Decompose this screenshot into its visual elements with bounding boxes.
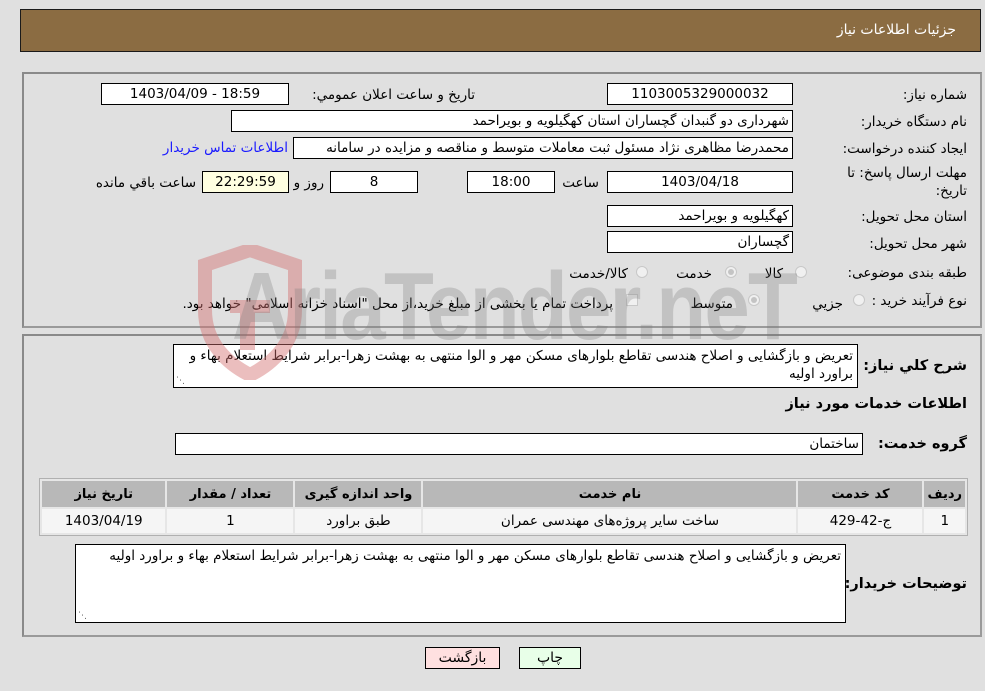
treasury-note: پرداخت تمام يا بخشی از مبلغ خريد،از محل …	[182, 296, 613, 312]
remaining-time-label: ساعت باقي مانده	[95, 175, 196, 191]
back-button[interactable]: بازگشت	[425, 647, 500, 669]
col-row-number: رديف	[924, 481, 965, 507]
cell-unit: طبق براورد	[295, 509, 422, 533]
table-row: 1 ج-42-429 ساخت سایر پروژه‌های مهندسی عم…	[42, 509, 965, 533]
deadline-label-date: تاريخ:	[935, 183, 967, 199]
cell-row-number: 1	[924, 509, 965, 533]
buyer-org-label: نام دستگاه خريدار:	[860, 114, 967, 130]
days-remaining-field: 8	[330, 171, 418, 193]
process-label: نوع فرآيند خريد :	[871, 293, 967, 309]
cell-quantity: 1	[167, 509, 294, 533]
deadline-label: مهلت ارسال پاسخ: تا	[847, 165, 967, 181]
category-option-goods-service: کالا/خدمت	[569, 266, 628, 282]
col-quantity: تعداد / مقدار	[167, 481, 294, 507]
creator-label: ايجاد کننده درخواست:	[842, 141, 967, 157]
service-group-label: گروه خدمت:	[877, 436, 967, 452]
announce-datetime-label: تاريخ و ساعت اعلان عمومي:	[312, 87, 475, 103]
summary-textarea[interactable]: تعریض و بازگشایی و اصلاح هندسی تقاطع بلو…	[173, 344, 858, 388]
services-table: رديف کد خدمت نام خدمت واحد اندازه گيری ت…	[39, 478, 968, 536]
need-number-label: شماره نیاز:	[902, 87, 967, 103]
cell-service-code: ج-42-429	[798, 509, 923, 533]
treasury-checkbox[interactable]	[626, 294, 638, 306]
city-field: گچساران	[607, 231, 793, 253]
cell-service-name: ساخت سایر پروژه‌های مهندسی عمران	[423, 509, 797, 533]
buyer-org-field: شهرداری دو گنبدان گچساران استان کهگیلویه…	[231, 110, 793, 132]
buyer-notes-text: تعریض و بازگشایی و اصلاح هندسی تقاطع بلو…	[109, 548, 841, 564]
province-label: استان محل تحويل:	[861, 209, 967, 225]
summary-label: شرح کلي نياز:	[863, 358, 967, 374]
cell-need-date: 1403/04/19	[42, 509, 166, 533]
col-need-date: تاريخ نياز	[42, 481, 166, 507]
table-header-row: رديف کد خدمت نام خدمت واحد اندازه گيری ت…	[42, 481, 965, 507]
process-radio-minor[interactable]	[853, 294, 865, 306]
page-header: جزئیات اطلاعات نیاز	[20, 9, 981, 52]
deadline-time-field: 18:00	[467, 171, 555, 193]
print-button[interactable]: چاپ	[519, 647, 581, 669]
page-title: جزئیات اطلاعات نیاز	[836, 22, 956, 38]
resize-grip-icon[interactable]: ⋰	[78, 612, 87, 621]
service-group-field: ساختمان	[175, 433, 863, 455]
category-radio-goods[interactable]	[795, 266, 807, 278]
city-label: شهر محل تحويل:	[869, 236, 967, 252]
col-service-code: کد خدمت	[798, 481, 923, 507]
process-radio-medium[interactable]	[748, 294, 760, 306]
buyer-notes-label: توضيحات خريدار:	[844, 576, 967, 592]
days-label: روز و	[293, 175, 324, 191]
category-option-service: خدمت	[676, 266, 712, 282]
summary-text: تعریض و بازگشایی و اصلاح هندسی تقاطع بلو…	[189, 348, 853, 382]
announce-datetime-field: 1403/04/09 - 18:59	[101, 83, 289, 105]
remaining-time-field: 22:29:59	[202, 171, 289, 193]
category-radio-goods-service[interactable]	[636, 266, 648, 278]
col-unit: واحد اندازه گيری	[295, 481, 422, 507]
need-number-field: 1103005329000032	[607, 83, 793, 105]
buyer-contact-link[interactable]: اطلاعات تماس خريدار	[163, 140, 288, 156]
process-option-minor: جزيي	[812, 296, 843, 312]
services-heading: اطلاعات خدمات مورد نياز	[785, 396, 967, 412]
province-field: کهگیلویه و بویراحمد	[607, 205, 793, 227]
col-service-name: نام خدمت	[423, 481, 797, 507]
category-label: طبقه بندی موضوعی:	[847, 265, 967, 281]
creator-field: محمدرضا مظاهری نژاد مسئول ثبت معاملات مت…	[293, 137, 793, 159]
category-option-goods: کالا	[764, 266, 783, 282]
deadline-time-label: ساعت	[562, 175, 599, 191]
category-radio-service[interactable]	[725, 266, 737, 278]
process-option-medium: متوسط	[690, 296, 733, 312]
buyer-notes-textarea[interactable]: تعریض و بازگشایی و اصلاح هندسی تقاطع بلو…	[75, 544, 846, 623]
resize-grip-icon[interactable]: ⋰	[176, 377, 185, 386]
deadline-date-field: 1403/04/18	[607, 171, 793, 193]
